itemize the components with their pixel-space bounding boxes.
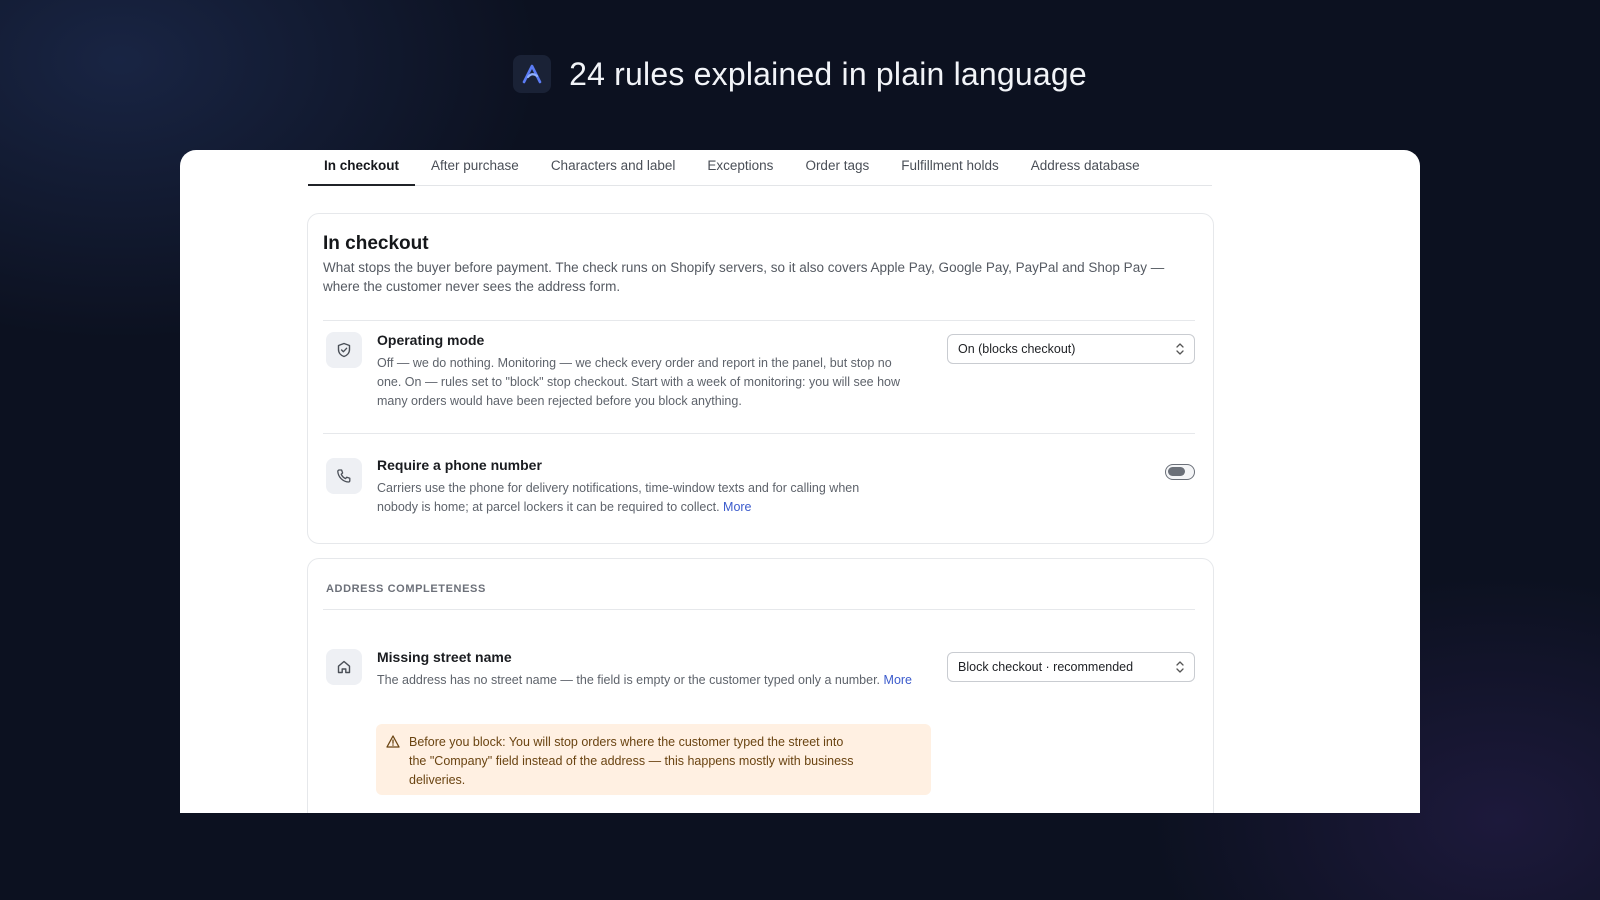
missing-street-description: The address has no street name — the fie… bbox=[377, 671, 917, 690]
section-label: ADDRESS COMPLETENESS bbox=[326, 583, 486, 595]
settings-window: In checkout After purchase Characters an… bbox=[180, 150, 1420, 813]
toggle-knob bbox=[1168, 467, 1185, 476]
operating-mode-select-value: On (blocks checkout) bbox=[958, 342, 1076, 356]
missing-street-select[interactable]: Block checkout · recommended bbox=[947, 652, 1195, 682]
tab-order-tags[interactable]: Order tags bbox=[789, 150, 885, 186]
missing-street-select-value: Block checkout · recommended bbox=[958, 660, 1134, 674]
chevron-up-down-icon bbox=[1175, 342, 1185, 359]
divider bbox=[323, 320, 1195, 321]
operating-mode-select[interactable]: On (blocks checkout) bbox=[947, 334, 1195, 364]
tab-characters-and-label[interactable]: Characters and label bbox=[535, 150, 692, 186]
address-completeness-card: ADDRESS COMPLETENESS Missing street name… bbox=[307, 558, 1214, 813]
operating-mode-description: Off — we do nothing. Monitoring — we che… bbox=[377, 356, 901, 408]
require-phone-toggle[interactable] bbox=[1165, 464, 1195, 480]
tab-exceptions[interactable]: Exceptions bbox=[691, 150, 789, 186]
missing-street-more-link[interactable]: More bbox=[884, 673, 912, 687]
tab-bar: In checkout After purchase Characters an… bbox=[308, 150, 1212, 186]
card-title: In checkout bbox=[323, 233, 429, 254]
require-phone-title: Require a phone number bbox=[377, 457, 542, 473]
phone-icon bbox=[326, 458, 362, 494]
hero-title: 24 rules explained in plain language bbox=[569, 55, 1087, 92]
tab-in-checkout[interactable]: In checkout bbox=[308, 150, 416, 186]
card-description: What stops the buyer before payment. The… bbox=[323, 260, 1165, 294]
warning-text: Before you block: You will stop orders w… bbox=[409, 735, 854, 787]
brand-logo-icon bbox=[513, 55, 552, 93]
hero-header: 24 rules explained in plain language bbox=[0, 55, 1600, 93]
require-phone-more-link[interactable]: More bbox=[723, 500, 751, 514]
tab-fulfillment-holds[interactable]: Fulfillment holds bbox=[885, 150, 1015, 186]
divider bbox=[323, 609, 1195, 610]
missing-street-title: Missing street name bbox=[377, 649, 512, 665]
missing-street-description-text: The address has no street name — the fie… bbox=[377, 673, 881, 687]
shield-check-icon bbox=[326, 332, 362, 368]
require-phone-description: Carriers use the phone for delivery noti… bbox=[377, 479, 897, 517]
divider bbox=[323, 433, 1195, 434]
warning-callout: Before you block: You will stop orders w… bbox=[376, 724, 931, 795]
tab-after-purchase[interactable]: After purchase bbox=[415, 150, 535, 186]
warning-triangle-icon bbox=[386, 735, 400, 753]
in-checkout-card: In checkout What stops the buyer before … bbox=[307, 213, 1214, 544]
operating-mode-title: Operating mode bbox=[377, 332, 485, 348]
tab-address-database[interactable]: Address database bbox=[1015, 150, 1156, 186]
home-icon bbox=[326, 649, 362, 685]
require-phone-description-text: Carriers use the phone for delivery noti… bbox=[377, 481, 860, 514]
chevron-up-down-icon bbox=[1175, 660, 1185, 677]
